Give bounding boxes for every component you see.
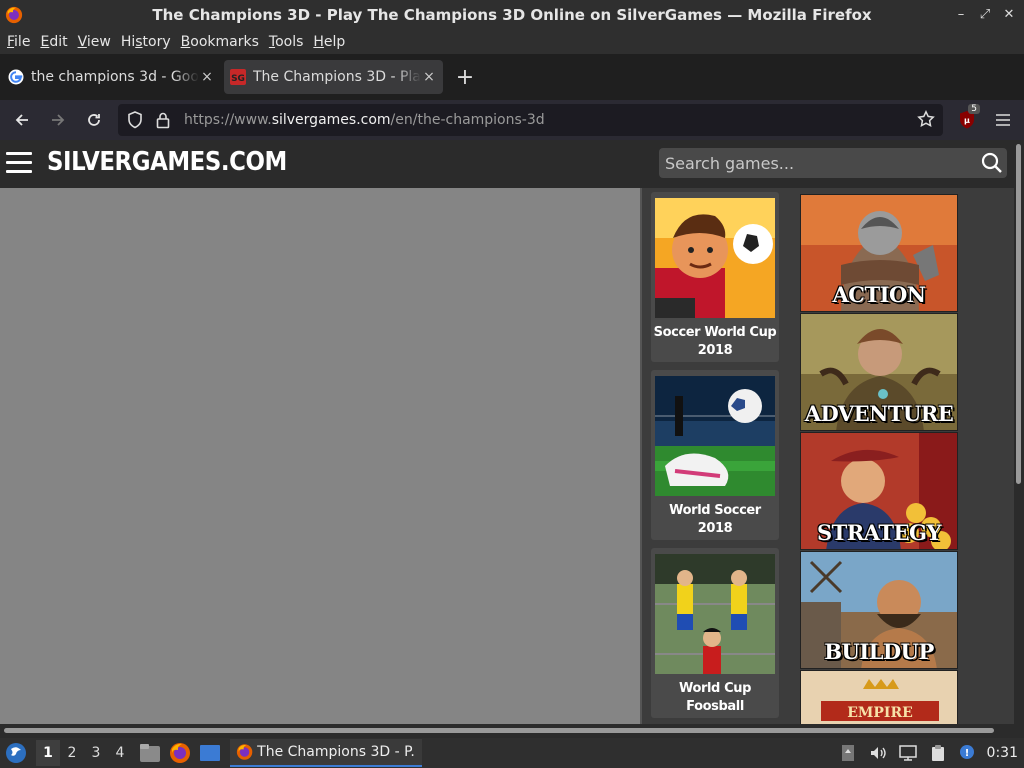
- arrow-left-icon: [15, 114, 28, 126]
- ublock-extension-button[interactable]: μ 5: [952, 104, 982, 134]
- category-adventure[interactable]: ADVENTURE: [800, 313, 958, 431]
- game-title: World Cup Foosball: [678, 681, 751, 714]
- category-label: BUILDUP: [824, 639, 934, 664]
- desktop-show-icon[interactable]: [198, 742, 222, 764]
- app-menu-button[interactable]: [988, 106, 1018, 134]
- upload-icon[interactable]: [837, 742, 859, 764]
- svg-text:SG: SG: [231, 74, 245, 84]
- window-titlebar: The Champions 3D - Play The Champions 3D…: [0, 0, 1024, 30]
- lock-icon[interactable]: [152, 109, 174, 131]
- vertical-scrollbar[interactable]: [1014, 140, 1024, 724]
- svg-text:μ: μ: [964, 116, 970, 125]
- category-label: ACTION: [832, 282, 926, 307]
- shield-icon[interactable]: [124, 109, 146, 131]
- file-manager-icon[interactable]: [138, 742, 162, 764]
- site-search-box: [659, 148, 1007, 178]
- menu-view[interactable]: View: [73, 34, 116, 50]
- empire-logo-text: EMPIRE: [847, 705, 913, 721]
- window-title: The Champions 3D - Play The Champions 3D…: [152, 6, 872, 24]
- game-title: Soccer World Cup 2018: [653, 325, 777, 358]
- category-buildup[interactable]: BUILDUP: [800, 551, 958, 669]
- new-tab-button[interactable]: +: [450, 62, 480, 92]
- tab-label: The Champions 3D - Play The Champions 3D…: [253, 69, 421, 85]
- category-label: ADVENTURE: [804, 401, 954, 426]
- navigation-bar: https://www.silvergames.com/en/the-champ…: [0, 100, 1024, 140]
- bookmark-star-icon[interactable]: [917, 110, 935, 132]
- site-header: SILVERGAMES.COM: [0, 140, 1014, 188]
- category-strategy[interactable]: STRATEGY: [800, 432, 958, 550]
- game-card-soccer-world-cup-2018[interactable]: Soccer World Cup 2018: [651, 192, 779, 362]
- ublock-badge: 5: [968, 104, 980, 114]
- horizontal-scrollbar[interactable]: [0, 724, 1024, 738]
- category-label: STRATEGY: [817, 520, 941, 545]
- clipboard-icon[interactable]: [927, 742, 949, 764]
- menu-file[interactable]: File: [2, 34, 35, 50]
- desktop-2[interactable]: 2: [60, 745, 84, 761]
- start-menu-icon[interactable]: [4, 741, 28, 765]
- taskbar: 1 2 3 4 The Champions 3D - P... ! 0:31: [0, 738, 1024, 768]
- menu-icon: [996, 114, 1010, 126]
- clock[interactable]: 0:31: [987, 745, 1018, 761]
- tab-close-button[interactable]: ×: [421, 69, 437, 85]
- desktop-4[interactable]: 4: [108, 745, 132, 761]
- tab-close-button[interactable]: ×: [199, 69, 215, 85]
- menu-tools[interactable]: Tools: [264, 34, 309, 50]
- tab-label: the champions 3d - Google Search: [31, 69, 199, 85]
- system-tray: ! 0:31: [837, 738, 1024, 768]
- menu-bookmarks[interactable]: Bookmarks: [176, 34, 264, 50]
- forward-button[interactable]: [44, 106, 72, 134]
- volume-icon[interactable]: [867, 742, 889, 764]
- desktop-1[interactable]: 1: [36, 740, 60, 766]
- category-empire[interactable]: EMPIRE: [800, 670, 958, 724]
- tab-google-search[interactable]: the champions 3d - Google Search ×: [2, 60, 221, 94]
- game-card-world-cup-foosball[interactable]: World Cup Foosball: [651, 548, 779, 718]
- minimize-button[interactable]: –: [954, 6, 968, 22]
- menu-history[interactable]: History: [116, 34, 176, 50]
- notification-icon[interactable]: !: [957, 742, 979, 764]
- taskbar-task-label: The Champions 3D - P...: [257, 744, 416, 760]
- category-image: EMPIRE: [801, 671, 957, 724]
- game-card-world-soccer-2018[interactable]: World Soccer 2018: [651, 370, 779, 540]
- site-logo[interactable]: SILVERGAMES.COM: [47, 147, 287, 177]
- game-thumbnail: [655, 198, 775, 318]
- game-thumbnail: [655, 376, 775, 496]
- menu-bar: File Edit View History Bookmarks Tools H…: [0, 30, 1024, 54]
- arrow-right-icon: [52, 114, 65, 126]
- firefox-icon[interactable]: [168, 742, 192, 764]
- tab-bar: the champions 3d - Google Search × SG Th…: [0, 54, 1024, 100]
- game-title: World Soccer 2018: [669, 503, 761, 536]
- reload-button[interactable]: [80, 106, 108, 134]
- google-icon: [8, 69, 24, 85]
- taskbar-firefox-window[interactable]: The Champions 3D - P...: [230, 739, 422, 767]
- game-thumbnail: [655, 554, 775, 674]
- maximize-button[interactable]: ⤢: [978, 6, 992, 22]
- desktop-3[interactable]: 3: [84, 745, 108, 761]
- url-bar[interactable]: https://www.silvergames.com/en/the-champ…: [118, 104, 943, 136]
- category-action[interactable]: ACTION: [800, 194, 958, 312]
- site-menu-icon[interactable]: [6, 152, 32, 174]
- silvergames-icon: SG: [230, 69, 246, 85]
- close-window-button[interactable]: ✕: [1002, 6, 1016, 22]
- menu-edit[interactable]: Edit: [35, 34, 72, 50]
- firefox-icon: [236, 744, 253, 760]
- url-text: https://www.silvergames.com/en/the-champ…: [184, 112, 545, 128]
- back-button[interactable]: [8, 106, 36, 134]
- network-icon[interactable]: [897, 742, 919, 764]
- tab-silvergames[interactable]: SG The Champions 3D - Play The Champions…: [224, 60, 443, 94]
- search-input[interactable]: [659, 153, 969, 173]
- reload-icon: [88, 114, 100, 126]
- menu-help[interactable]: Help: [308, 34, 350, 50]
- game-frame[interactable]: [0, 188, 640, 724]
- svg-text:!: !: [964, 748, 969, 759]
- search-icon[interactable]: [981, 152, 1003, 174]
- sidebar-related-games: Soccer World Cup 2018 World Soccer 2018: [640, 188, 1014, 724]
